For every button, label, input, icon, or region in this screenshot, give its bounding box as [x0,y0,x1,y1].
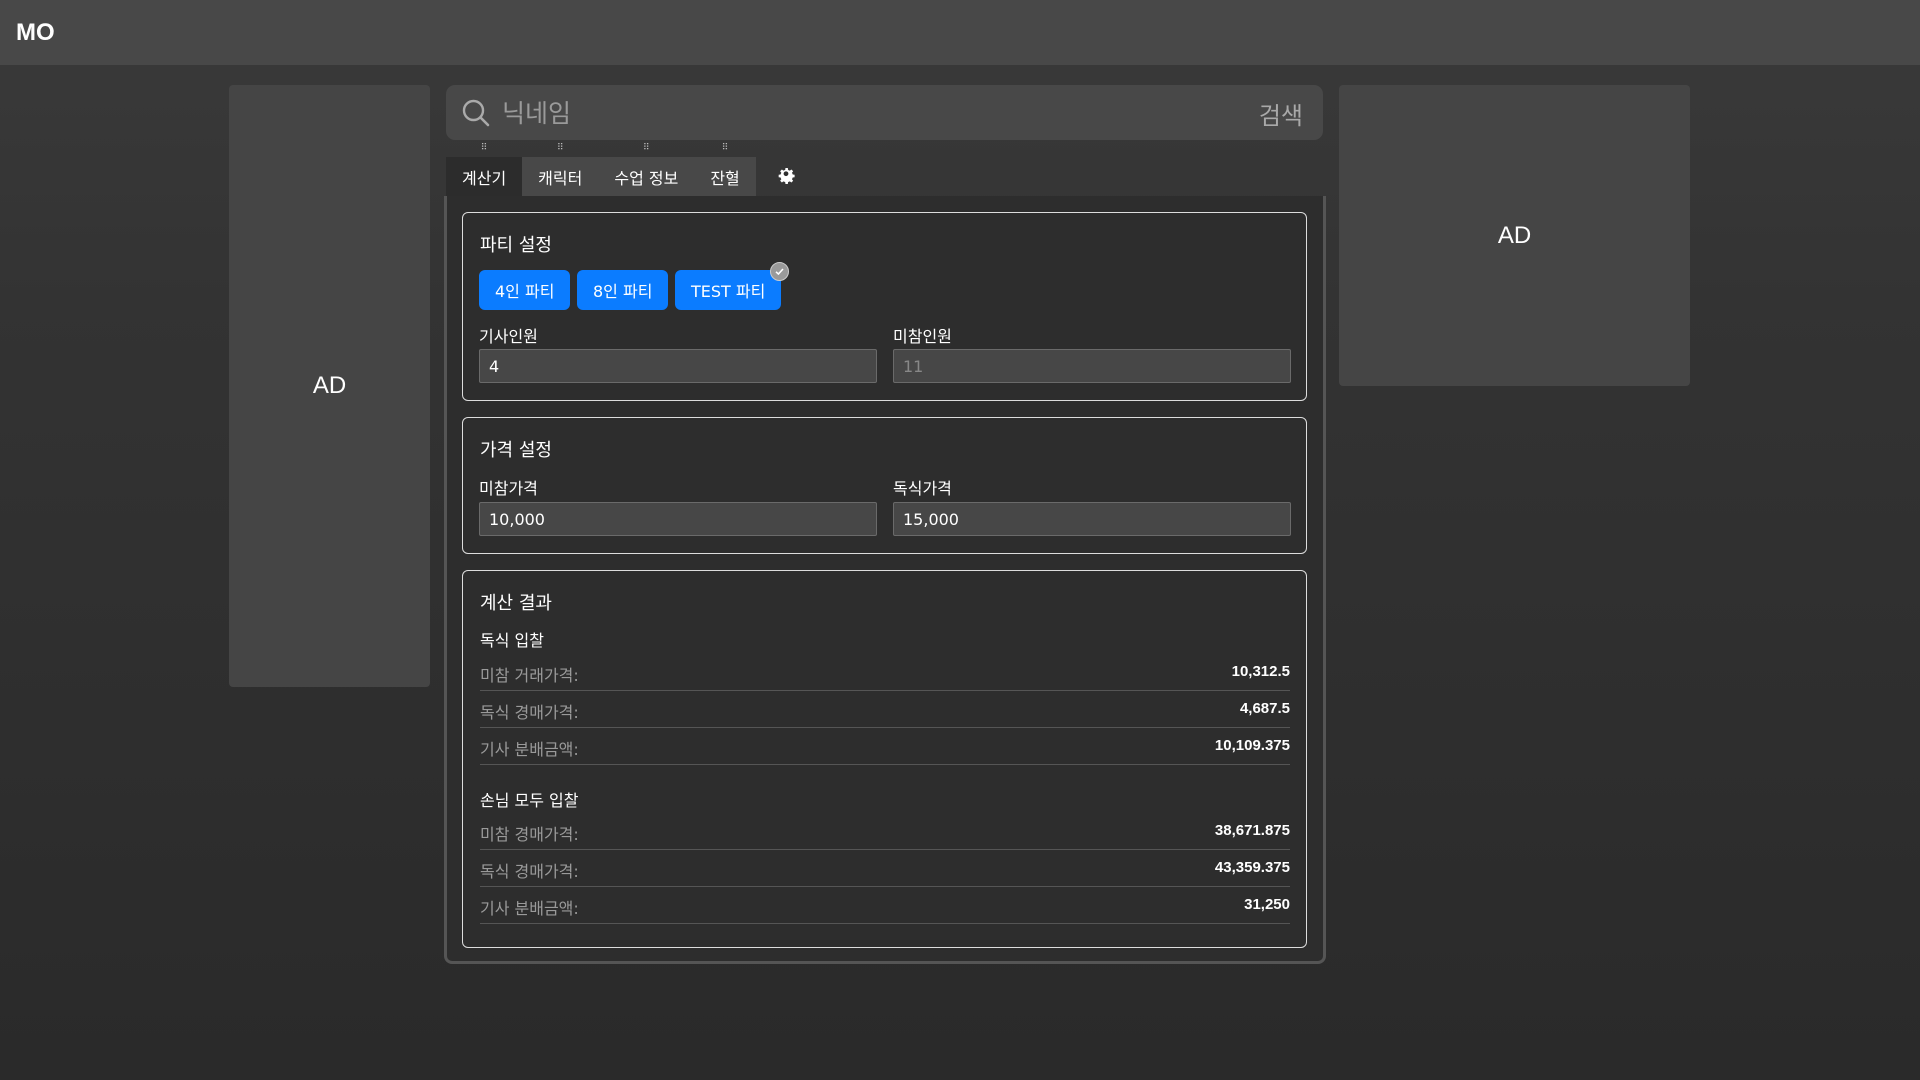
tab-label: 수업 정보 [614,168,679,188]
result-row: 기사 분배금액: 10,109.375 [480,728,1290,765]
result-value: 43,359.375 [1214,859,1290,876]
nickname-search-input[interactable] [502,93,1202,133]
party-test-label: TEST 파티 [691,282,766,301]
all-bid-section-title: 손님 모두 입찰 [480,791,579,810]
result-label: 독식 경매가격: [480,703,579,722]
drag-handle-icon[interactable]: ⠿ [643,143,650,153]
absent-price-label: 미참가격 [479,479,538,498]
search-icon [462,99,490,127]
result-value: 38,671.875 [1214,822,1290,839]
drag-handle-icon[interactable]: ⠿ [557,143,564,153]
result-row: 독식 경매가격: 43,359.375 [480,850,1290,887]
tab-label: 계산기 [462,168,507,188]
result-value: 10,312.5 [1231,663,1290,680]
result-title: 계산 결과 [480,593,552,614]
ad-banner-right[interactable]: AD [1339,85,1690,386]
party-test-button[interactable]: TEST 파티 [675,262,790,310]
ad-label: AD [1497,221,1532,249]
result-label: 독식 경매가격: [480,862,579,881]
solo-price-input[interactable] [893,502,1291,536]
search-button[interactable]: 검색 [1259,96,1303,131]
search-bar: 검색 [446,85,1323,140]
result-label: 미참 거래가격: [480,666,579,685]
result-card: 계산 결과 독식 입찰 미참 거래가격: 10,312.5 독식 경매가격: 4… [462,570,1307,948]
result-label: 기사 분배금액: [480,740,579,759]
result-label: 기사 분배금액: [480,899,579,918]
result-row: 미참 경매가격: 38,671.875 [480,813,1290,850]
app-logo[interactable]: MO [16,19,55,47]
solo-bid-section-title: 독식 입찰 [480,631,544,650]
tab-label: 캐릭터 [538,168,583,188]
drag-handle-icon[interactable]: ⠿ [722,143,729,153]
result-label: 미참 경매가격: [480,825,579,844]
ad-banner-left[interactable]: AD [229,85,430,687]
absent-label: 미참인원 [893,327,952,346]
tab-bar: ⠿ 계산기 ⠿ 캐릭터 ⠿ 수업 정보 ⠿ 잔혈 [446,143,756,196]
result-value: 4,687.5 [1239,700,1290,717]
tab-class-info[interactable]: ⠿ 수업 정보 [598,143,695,196]
price-settings-card: 가격 설정 미참가격 독식가격 [462,417,1307,554]
price-settings-title: 가격 설정 [480,440,552,461]
drag-handle-icon[interactable]: ⠿ [481,143,488,153]
result-row: 독식 경매가격: 4,687.5 [480,691,1290,728]
party-4-button[interactable]: 4인 파티 [479,270,571,310]
party-settings-title: 파티 설정 [480,235,552,256]
absent-input[interactable] [893,349,1291,383]
top-bar: MO [0,0,1920,65]
result-row: 미참 거래가격: 10,312.5 [480,654,1290,691]
tab-janhyeol[interactable]: ⠿ 잔혈 [694,143,756,196]
check-icon [770,262,790,281]
solo-price-label: 독식가격 [893,479,952,498]
absent-price-input[interactable] [479,502,877,536]
tab-label: 잔혈 [710,168,740,188]
result-value: 10,109.375 [1214,737,1290,754]
ad-label: AD [312,372,347,399]
result-value: 31,250 [1244,896,1290,913]
members-label: 기사인원 [479,327,538,346]
gear-icon[interactable] [775,165,797,187]
tab-character[interactable]: ⠿ 캐릭터 [522,143,599,196]
party-settings-card: 파티 설정 4인 파티 8인 파티 TEST 파티 기사인원 미참인원 [462,212,1307,401]
members-input[interactable] [479,349,877,383]
party-8-button[interactable]: 8인 파티 [577,270,669,310]
tab-calculator[interactable]: ⠿ 계산기 [446,143,523,196]
result-row: 기사 분배금액: 31,250 [480,887,1290,924]
